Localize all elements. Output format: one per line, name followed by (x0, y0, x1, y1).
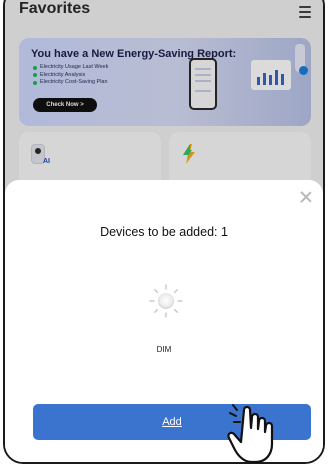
phone-frame: Favorites You have a New Energy-Saving R… (3, 0, 325, 464)
add-button[interactable]: Add (33, 404, 311, 440)
device-name: DIM (156, 345, 172, 354)
add-devices-sheet: Devices to be added: 1 DIM Add (5, 180, 323, 462)
sheet-title: Devices to be added: 1 (100, 225, 228, 239)
light-bulb-icon (149, 284, 183, 318)
screen: Favorites You have a New Energy-Saving R… (5, 0, 323, 462)
close-icon[interactable] (299, 190, 313, 204)
